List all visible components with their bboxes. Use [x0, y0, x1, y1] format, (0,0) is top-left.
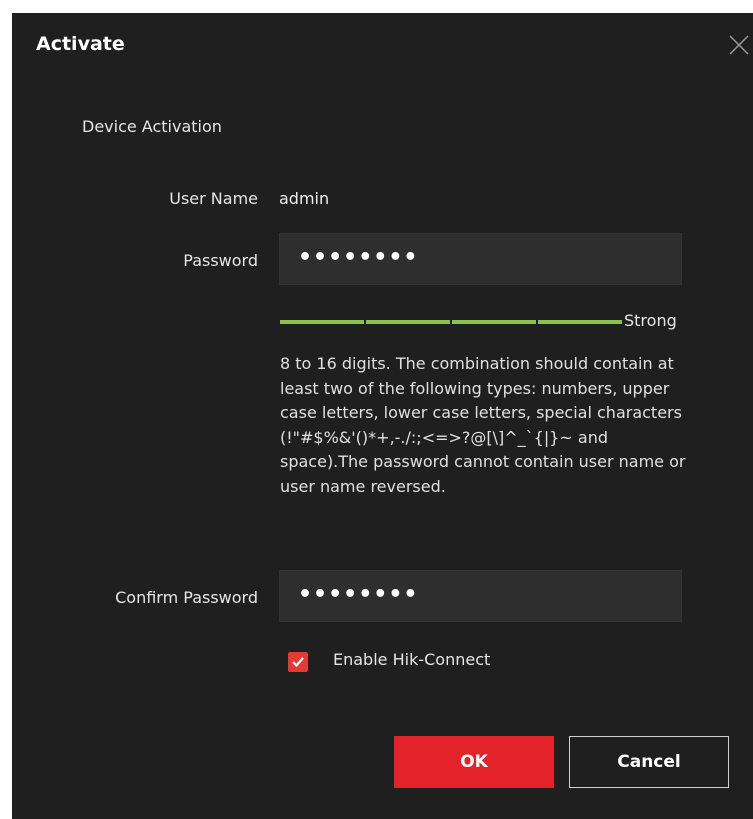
- confirm-password-field[interactable]: ••••••••: [279, 570, 682, 622]
- strength-segment: [366, 320, 450, 324]
- checkmark-icon: [292, 657, 304, 668]
- strength-segment: [280, 320, 364, 324]
- hik-connect-label[interactable]: Enable Hik-Connect: [333, 650, 490, 669]
- dialog-title: Activate: [36, 33, 125, 55]
- ok-button[interactable]: OK: [394, 736, 554, 788]
- activate-dialog: Activate Device Activation User Name adm…: [12, 13, 753, 819]
- close-button[interactable]: [727, 33, 751, 57]
- hik-connect-checkbox[interactable]: [288, 652, 308, 672]
- confirm-password-label: Confirm Password: [115, 588, 258, 607]
- close-icon: [729, 35, 749, 55]
- strength-label: Strong: [624, 311, 677, 330]
- section-title: Device Activation: [82, 117, 222, 136]
- password-field[interactable]: ••••••••: [279, 233, 682, 285]
- cancel-button[interactable]: Cancel: [569, 736, 729, 788]
- strength-segment: [452, 320, 536, 324]
- user-name-label: User Name: [169, 189, 258, 208]
- password-hint: 8 to 16 digits. The combination should c…: [280, 354, 686, 496]
- strength-segment: [538, 320, 622, 324]
- user-name-value: admin: [279, 189, 330, 208]
- password-label: Password: [183, 251, 258, 270]
